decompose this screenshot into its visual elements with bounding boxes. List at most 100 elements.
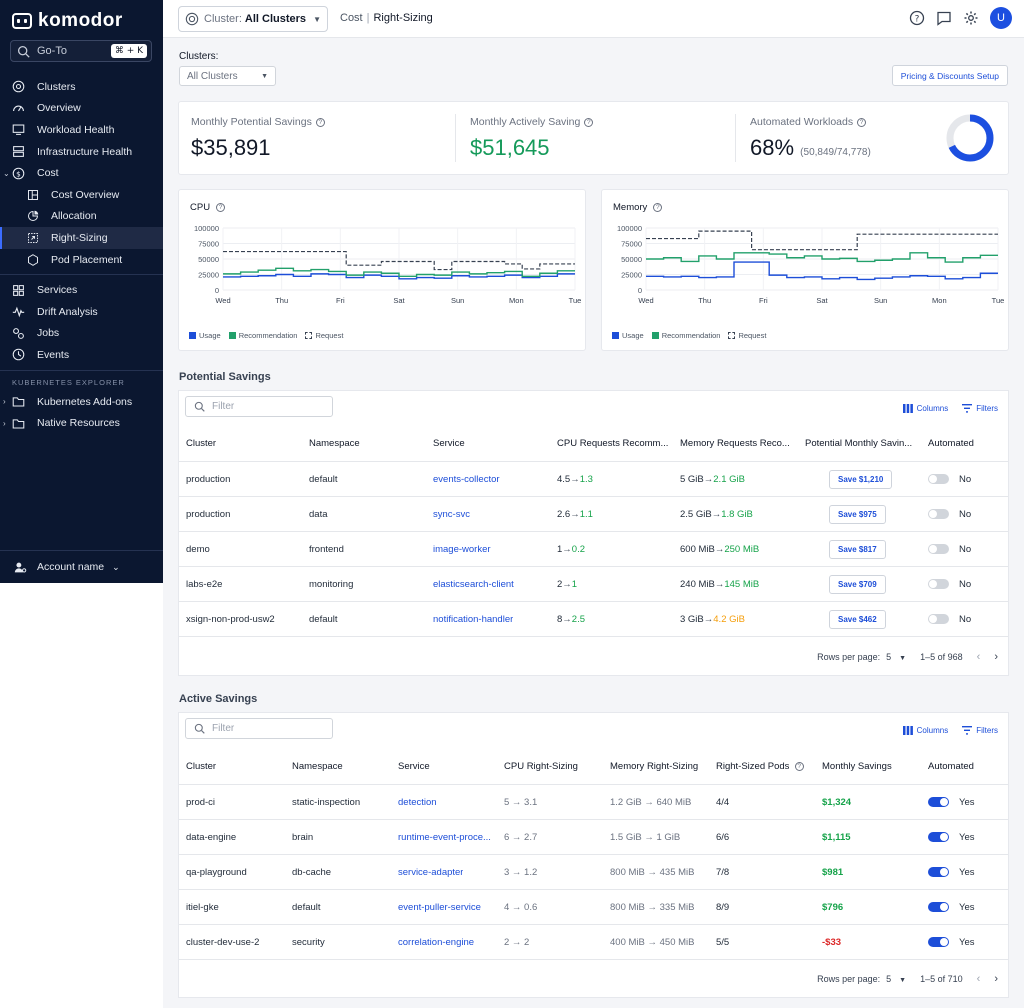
automation-toggle[interactable]: [928, 867, 949, 877]
help-icon[interactable]: ?: [794, 761, 804, 771]
sidebar-item-clusters[interactable]: Clusters: [0, 76, 163, 98]
search-icon: [194, 723, 205, 734]
service-link[interactable]: notification-handler: [433, 602, 513, 636]
table-row[interactable]: xsign-non-prod-usw2 default notification-h…: [179, 602, 1008, 637]
service-link[interactable]: event-puller-service: [398, 890, 481, 924]
sidebar-item-jobs[interactable]: Jobs: [0, 323, 163, 345]
column-header[interactable]: Automated: [928, 425, 974, 461]
chevron-left-icon[interactable]: ‹: [977, 973, 981, 985]
help-icon[interactable]: ?: [857, 117, 867, 127]
help-icon[interactable]: ?: [584, 117, 594, 127]
column-header[interactable]: Cluster: [186, 425, 216, 461]
table-row[interactable]: data-engine brain runtime-event-proce... 6 …: [179, 820, 1008, 855]
save-button[interactable]: Save $817: [829, 539, 886, 559]
filter-input[interactable]: Filter: [185, 718, 333, 739]
column-header[interactable]: Cluster: [186, 748, 216, 784]
arrow-right-icon: →: [711, 508, 722, 520]
account-menu[interactable]: Account name ⌄: [0, 550, 163, 583]
help-icon[interactable]: ?: [653, 203, 663, 212]
gear-icon[interactable]: [963, 10, 979, 26]
column-header[interactable]: Service: [433, 425, 465, 461]
sidebar-item-allocation[interactable]: Allocation: [0, 206, 163, 228]
help-icon[interactable]: ?: [315, 117, 325, 127]
automation-toggle[interactable]: [928, 797, 949, 807]
clusters-filter-select[interactable]: All Clusters ▼: [179, 66, 276, 86]
column-header[interactable]: CPU Right-Sizing: [504, 748, 578, 784]
sidebar-item-cost-overview[interactable]: Cost Overview: [0, 184, 163, 206]
table-row[interactable]: labs-e2e monitoring elasticsearch-client 2 …: [179, 567, 1008, 602]
service-link[interactable]: runtime-event-proce...: [398, 820, 491, 854]
help-icon[interactable]: ?: [216, 203, 226, 212]
filters-button[interactable]: Filters: [962, 726, 998, 735]
automation-toggle[interactable]: [928, 579, 949, 589]
automation-toggle[interactable]: [928, 544, 949, 554]
save-button[interactable]: Save $709: [829, 574, 886, 594]
cluster-selector[interactable]: Cluster: All Clusters ▼: [178, 6, 328, 32]
table-row[interactable]: cluster-dev-use-2 security correlation-eng…: [179, 925, 1008, 960]
save-button[interactable]: Save $462: [829, 609, 886, 629]
table-row[interactable]: qa-playground db-cache service-adapter 3 → …: [179, 855, 1008, 890]
filters-button[interactable]: Filters: [962, 404, 998, 413]
column-header[interactable]: Automated: [928, 748, 974, 784]
automation-toggle[interactable]: [928, 902, 949, 912]
column-header[interactable]: Service: [398, 748, 430, 784]
arrow-right-icon: →: [703, 473, 714, 485]
pricing-discounts-button[interactable]: Pricing & Discounts Setup: [891, 65, 1008, 86]
sidebar-item-services[interactable]: Services: [0, 279, 163, 301]
column-header[interactable]: Memory Requests Reco...: [680, 425, 794, 461]
automation-toggle[interactable]: [928, 832, 949, 842]
breadcrumb-item[interactable]: Cost: [340, 12, 363, 24]
table-row[interactable]: itiel-gke default event-puller-service 4 → …: [179, 890, 1008, 925]
service-link[interactable]: events-collector: [433, 462, 500, 496]
arrow-right-icon: →: [714, 543, 725, 555]
table-row[interactable]: production data sync-svc 2.6 → 1.1 2.5 GiB →…: [179, 497, 1008, 532]
sidebar-item-native-resources[interactable]: › Native Resources: [0, 412, 163, 434]
rows-per-page-select[interactable]: 5 ▼: [886, 974, 906, 984]
automation-toggle[interactable]: [928, 937, 949, 947]
columns-button[interactable]: Columns: [902, 404, 948, 413]
column-header[interactable]: Memory Right-Sizing: [610, 748, 698, 784]
sidebar-item-overview[interactable]: Overview: [0, 98, 163, 120]
column-header[interactable]: CPU Requests Recomm...: [557, 425, 671, 461]
save-button[interactable]: Save $975: [829, 504, 886, 524]
service-link[interactable]: elasticsearch-client: [433, 567, 514, 601]
cell-memory-right-sizing: 400 MiB → 450 MiB: [610, 936, 695, 948]
service-link[interactable]: sync-svc: [433, 497, 470, 531]
automation-toggle[interactable]: [928, 614, 949, 624]
column-header[interactable]: Namespace: [309, 425, 360, 461]
rows-per-page-select[interactable]: 5 ▼: [886, 652, 906, 662]
goto-search[interactable]: Go-To ⌘ + K: [10, 40, 152, 62]
sidebar-item-infrastructure-health[interactable]: Infrastructure Health: [0, 141, 163, 163]
table-row[interactable]: demo frontend image-worker 1 → 0.2 600 MiB →…: [179, 532, 1008, 567]
service-link[interactable]: service-adapter: [398, 855, 463, 889]
sidebar-item-workload-health[interactable]: Workload Health: [0, 119, 163, 141]
table-row[interactable]: prod-ci static-inspection detection 5 → 3.1…: [179, 785, 1008, 820]
chevron-left-icon[interactable]: ‹: [977, 651, 981, 663]
user-avatar[interactable]: U: [990, 7, 1012, 29]
columns-button[interactable]: Columns: [902, 726, 948, 735]
save-button[interactable]: Save $1,210: [829, 469, 893, 489]
sidebar-item-right-sizing[interactable]: Right-Sizing: [0, 227, 163, 249]
komodor-logo[interactable]: komodor: [12, 10, 123, 32]
sidebar-item-kubernetes-addons[interactable]: › Kubernetes Add-ons: [0, 391, 163, 413]
sidebar-item-pod-placement[interactable]: Pod Placement: [0, 249, 163, 271]
service-link[interactable]: image-worker: [433, 532, 491, 566]
chevron-right-icon[interactable]: ›: [994, 973, 998, 985]
chevron-right-icon[interactable]: ›: [994, 651, 998, 663]
sidebar-item-events[interactable]: Events: [0, 344, 163, 366]
sidebar-item-drift-analysis[interactable]: Drift Analysis: [0, 301, 163, 323]
column-header[interactable]: Namespace: [292, 748, 343, 784]
automation-toggle[interactable]: [928, 474, 949, 484]
table-row[interactable]: production default events-collector 4.5 → 1…: [179, 462, 1008, 497]
column-header[interactable]: Monthly Savings: [822, 748, 892, 784]
service-link[interactable]: detection: [398, 785, 437, 819]
automation-toggle[interactable]: [928, 509, 949, 519]
column-header[interactable]: Right-Sized Pods ?: [716, 748, 804, 784]
help-icon[interactable]: ?: [909, 10, 925, 26]
memory-from: 240 MiB: [680, 578, 715, 590]
column-header[interactable]: Potential Monthly Savin...: [805, 425, 919, 461]
service-link[interactable]: correlation-engine: [398, 925, 474, 959]
sidebar-item-cost[interactable]: ⌄ $ Cost: [0, 162, 163, 184]
chat-icon[interactable]: [936, 10, 952, 26]
filter-input[interactable]: Filter: [185, 396, 333, 417]
